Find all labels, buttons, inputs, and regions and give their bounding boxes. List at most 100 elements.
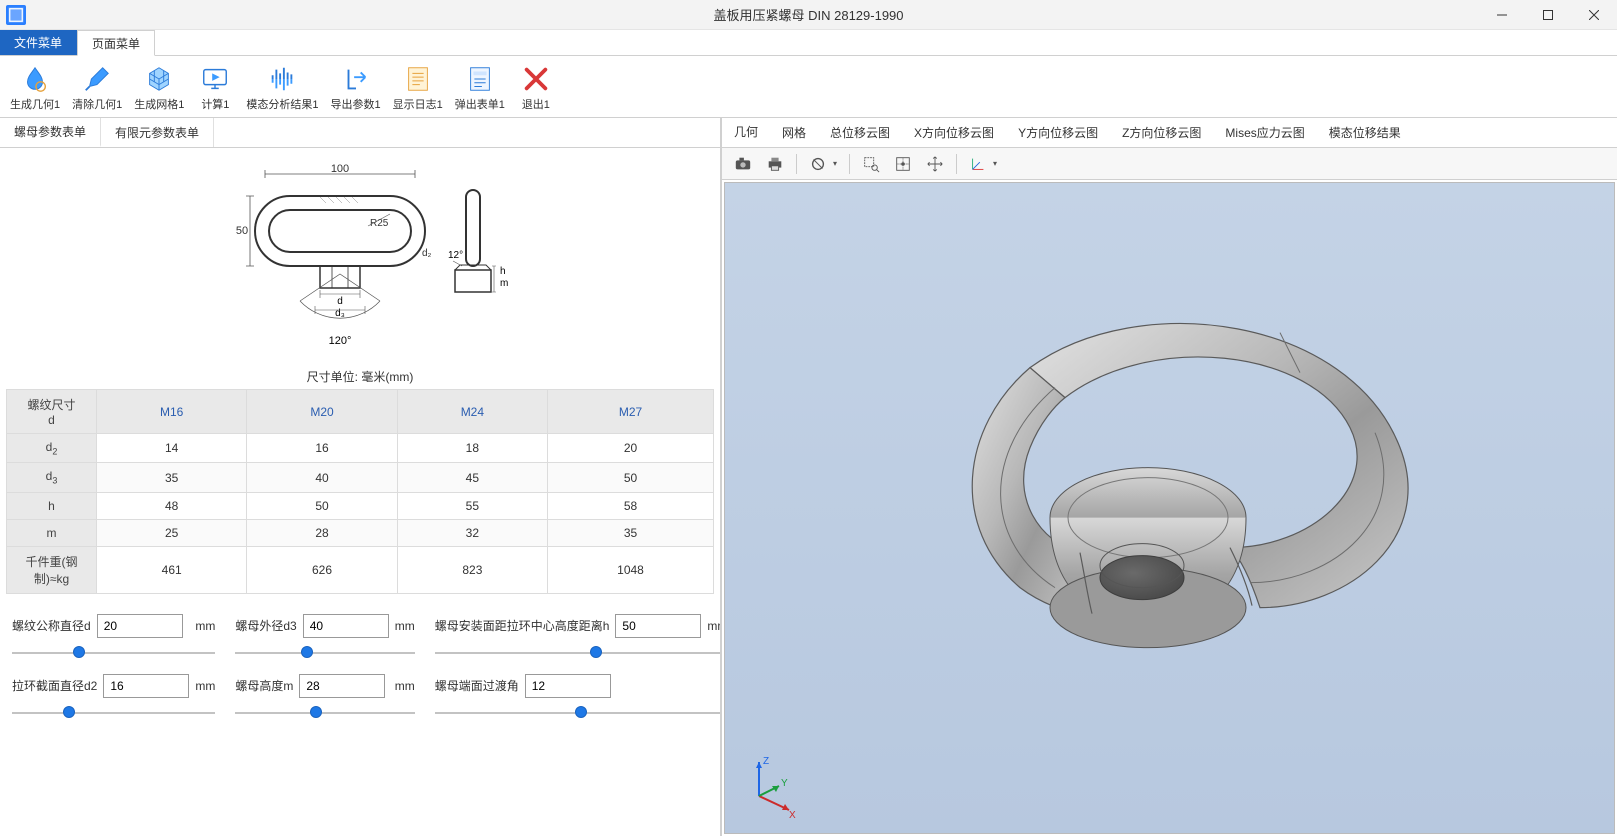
dim-d2: d₂ [422,248,432,259]
document-lines-icon [403,62,433,96]
table-cell: 626 [247,546,397,593]
ribbon-label: 显示日志1 [393,96,443,112]
droplet-geometry-icon [20,62,50,96]
left-subtabs: 螺母参数表单 有限元参数表单 [0,118,720,148]
table-cell: 48 [97,492,247,519]
viewer-print-button[interactable] [762,153,788,175]
table-cell: 50 [247,492,397,519]
viewer-snapshot-button[interactable] [730,153,756,175]
param-label: 螺母端面过渡角 [435,677,519,694]
window-maximize-button[interactable] [1525,0,1571,30]
axis-triad-icon [969,155,987,173]
tab-modal-displacement[interactable]: 模态位移结果 [1317,118,1413,147]
axis-gizmo: Z X Y [745,750,805,813]
axis-z-label: Z [763,756,769,767]
param-label: 螺母高度m [235,677,293,694]
table-cell: 823 [397,546,547,593]
param-input[interactable] [525,674,611,698]
param-slider[interactable] [235,704,414,722]
tab-page-menu[interactable]: 页面菜单 [77,30,155,56]
ribbon-clear-geometry[interactable]: 清除几何1 [66,60,128,114]
menu-tabs: 文件菜单 页面菜单 [0,30,1617,56]
spec-table: 螺纹尺寸 d M16 M20 M24 M27 d214161820d335404… [6,389,714,594]
table-col-header: M27 [548,390,714,434]
tab-mises-stress[interactable]: Mises应力云图 [1213,118,1316,147]
waveform-icon [267,62,297,96]
printer-icon [766,155,784,173]
param-slider[interactable] [235,644,414,662]
dim-d3: d₃ [335,308,345,319]
ribbon-popup-form[interactable]: 弹出表单1 [449,60,511,114]
viewer-blank-dropdown-button[interactable] [805,153,831,175]
viewer-toolbar: ▾ ▾ [722,148,1617,180]
export-arrow-icon [341,62,371,96]
dim-height: 50 [236,225,248,237]
viewer-zoom-area-button[interactable] [858,153,884,175]
dim-m: m [500,278,508,289]
close-x-icon [521,62,551,96]
ribbon-show-log[interactable]: 显示日志1 [387,60,449,114]
dim-angle-bottom: 120° [329,335,352,347]
param-unit: mm [195,619,215,633]
param-slider[interactable] [435,704,720,722]
tab-nut-params[interactable]: 螺母参数表单 [0,118,101,147]
table-cell: 40 [247,463,397,492]
param-input[interactable] [97,614,183,638]
app-icon [6,5,26,25]
tab-fem-params[interactable]: 有限元参数表单 [101,118,214,147]
window-close-button[interactable] [1571,0,1617,30]
dim-d: d [337,296,343,307]
ribbon-exit[interactable]: 退出1 [511,60,561,114]
window-minimize-button[interactable] [1479,0,1525,30]
table-row-header: 千件重(钢制)≈kg [7,546,97,593]
fit-all-icon [894,155,912,173]
param-nut-face-transition-angle: 螺母端面过渡角 ° [435,674,720,722]
right-panel: 几何 网格 总位移云图 X方向位移云图 Y方向位移云图 Z方向位移云图 Mise… [722,118,1617,836]
param-slider[interactable] [12,644,215,662]
ribbon-label: 模态分析结果1 [246,96,318,112]
tab-mesh[interactable]: 网格 [770,118,818,147]
tab-y-displacement[interactable]: Y方向位移云图 [1006,118,1110,147]
axis-x-label: X [789,810,796,821]
param-input[interactable] [299,674,385,698]
param-label: 拉环截面直径d2 [12,677,97,694]
tab-x-displacement[interactable]: X方向位移云图 [902,118,1006,147]
param-input[interactable] [303,614,389,638]
titlebar: 盖板用压紧螺母 DIN 28129-1990 [0,0,1617,30]
ribbon-generate-geometry[interactable]: 生成几何1 [4,60,66,114]
ribbon-label: 生成几何1 [10,96,60,112]
table-cell: 45 [397,463,547,492]
param-slider[interactable] [435,644,720,662]
viewer-pan-button[interactable] [922,153,948,175]
table-col-header: M16 [97,390,247,434]
tab-file-menu[interactable]: 文件菜单 [0,30,77,55]
ribbon-generate-mesh[interactable]: 生成网格1 [128,60,190,114]
chevron-down-icon: ▾ [833,159,841,168]
dim-h: h [500,266,506,277]
param-thread-diameter-d: 螺纹公称直径d mm [12,614,215,662]
table-cell: 32 [397,519,547,546]
table-cell: 50 [548,463,714,492]
param-slider[interactable] [12,704,215,722]
param-input[interactable] [615,614,701,638]
tab-total-displacement[interactable]: 总位移云图 [818,118,902,147]
window-title: 盖板用压紧螺母 DIN 28129-1990 [713,5,903,24]
table-cell: 55 [397,492,547,519]
ribbon-export-params[interactable]: 导出参数1 [325,60,387,114]
param-input[interactable] [103,674,189,698]
table-cell: 461 [97,546,247,593]
ribbon-modal-analysis-result[interactable]: 模态分析结果1 [240,60,324,114]
chevron-down-icon: ▾ [993,159,1001,168]
ribbon-calculate[interactable]: 计算1 [190,60,240,114]
blank-circle-icon [809,155,827,173]
cube-mesh-icon [144,62,174,96]
tab-geometry[interactable]: 几何 [722,118,770,147]
viewer-fit-all-button[interactable] [890,153,916,175]
axis-y-label: Y [781,778,788,789]
table-cell: 35 [548,519,714,546]
table-row-header: d3 [7,463,97,492]
param-unit: mm [395,679,415,693]
3d-viewport[interactable]: Z X Y [724,182,1615,834]
viewer-axis-dropdown-button[interactable] [965,153,991,175]
tab-z-displacement[interactable]: Z方向位移云图 [1110,118,1213,147]
